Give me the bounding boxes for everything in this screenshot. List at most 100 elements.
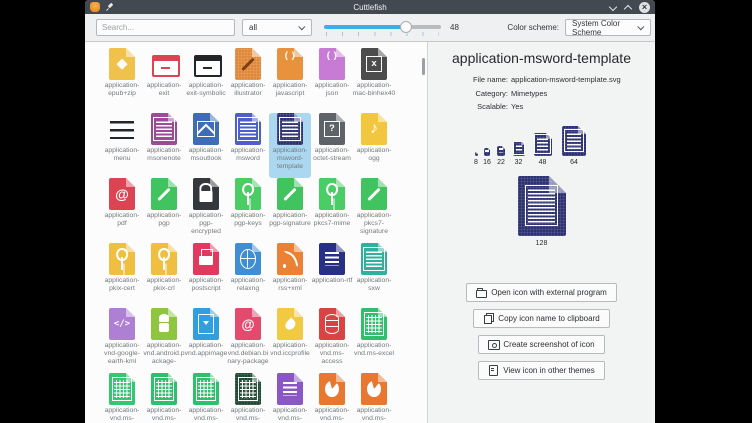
size-slider[interactable] (324, 20, 441, 36)
icon-cell-application-vnd.ms-excel.sheet.bi[interactable]: application-vnd.ms-excel.sheet.bi (143, 373, 185, 423)
icon-cell-application-vnd.appimage[interactable]: application-vnd.appimage (185, 308, 227, 373)
mimetype-icon (232, 373, 264, 405)
preview-size-32: 32 (511, 141, 526, 166)
icon-cell-application-illustrator[interactable]: application-illustrator (227, 48, 269, 113)
scrollbar-thumb[interactable] (422, 58, 425, 75)
icon-cell-application-postscript[interactable]: application-postscript (185, 243, 227, 308)
icon-cell-application-vnd-google-earth-kml[interactable]: application-vnd-google-earth-kml (101, 308, 143, 373)
search-input[interactable] (96, 19, 235, 36)
docbox-glyph (277, 113, 303, 145)
mimetype-icon (190, 113, 222, 145)
icon-cell-application-vnd.ms-excel.addin.m[interactable]: application-vnd.ms-excel.addin.m (101, 373, 143, 423)
preview-size-48: 48 (531, 133, 554, 166)
icon-cell-application-vnd.ms-excel[interactable]: application-vnd.ms-excel (353, 308, 395, 373)
icon-cell-application-relaxng[interactable]: application-relaxng (227, 243, 269, 308)
slider-fill (324, 25, 406, 29)
icon-cell-application-vnd.ms-excel.templat[interactable]: application-vnd.ms-excel.templat (227, 373, 269, 423)
color-scheme-value: System Color Scheme (572, 19, 634, 37)
titlebar: Cuttlefish × (85, 0, 655, 14)
color-scheme-dropdown[interactable]: System Color Scheme (565, 19, 651, 36)
close-button[interactable]: × (639, 2, 650, 13)
icon-cell-application-pgp[interactable]: application-pgp (143, 178, 185, 243)
window-title: Cuttlefish (85, 3, 655, 12)
mimetype-icon (274, 243, 306, 275)
screenshot-icon (488, 339, 498, 349)
icon-cell-application-mac-binhex40[interactable]: application-mac-binhex40 (353, 48, 395, 113)
icon-cell-application-javascript[interactable]: application-javascript (269, 48, 311, 113)
icon-cell-application-vnd.ms-access[interactable]: application-vnd.ms-access (311, 308, 353, 373)
mimetype-icon (148, 113, 180, 145)
envelope-glyph (193, 113, 219, 145)
mimetype-icon (106, 308, 138, 340)
open-external-button[interactable]: Open icon with external program (466, 283, 617, 302)
mimetype-icon (316, 243, 348, 275)
icon-cell-application-epub+zip[interactable]: application-epub+zip (101, 48, 143, 113)
icon-cell-application-sxw[interactable]: application-sxw (353, 243, 395, 308)
category-value: Mimetypes (511, 87, 547, 101)
icon-cell-application-rss+xml[interactable]: application-rss+xml (269, 243, 311, 308)
key-glyph (151, 243, 177, 275)
key-glyph (319, 178, 345, 210)
minimize-button[interactable] (609, 3, 617, 11)
icon-label: application-sxw (349, 277, 399, 293)
icon-cell-application-pdf[interactable]: application-pdf (101, 178, 143, 243)
maximize-button[interactable] (624, 3, 632, 11)
chevron-down-icon (637, 23, 644, 30)
icon-cell-application-octet-stream[interactable]: application-octet-stream (311, 113, 353, 178)
icon-cell-application-vnd.ms-powerpoint.a[interactable]: application-vnd.ms-powerpoint.a (353, 373, 395, 423)
other-themes-button[interactable]: View icon in other themes (478, 361, 604, 380)
icon-label: application-mac-binhex40 (349, 82, 399, 98)
mimetype-icon (274, 373, 306, 405)
folder-open-icon (476, 287, 486, 297)
preview-size-22: 22 (496, 146, 506, 166)
mimetype-icon (316, 373, 348, 405)
mimetype-icon (190, 373, 222, 405)
parens-glyph (277, 48, 303, 80)
category-dropdown[interactable]: all (242, 19, 312, 36)
icon-cell-application-vnd.ms-infopath[interactable]: application-vnd.ms-infopath (269, 373, 311, 423)
icon-cell-application-pkix-cert[interactable]: application-pkix-cert (101, 243, 143, 308)
icon-cell-application-msword-template[interactable]: application-msword-template (269, 113, 311, 178)
icon-cell-application-vnd.ms-powerpoint[interactable]: application-vnd.ms-powerpoint (311, 373, 353, 423)
mimetype-icon (559, 126, 589, 156)
icon-cell-application-vnd.ms-excel.sheet.m[interactable]: application-vnd.ms-excel.sheet.m (185, 373, 227, 423)
icon-cell-application-rtf[interactable]: application-rtf (311, 243, 353, 308)
mimetype-icon (316, 113, 348, 145)
preview-size-label: 32 (515, 159, 523, 166)
preview-size-label: 16 (483, 159, 491, 166)
icon-cell-application-pkcs7-signature[interactable]: application-pkcs7-signature (353, 178, 395, 243)
icon-cell-application-pkix-crl[interactable]: application-pkix-crl (143, 243, 185, 308)
copy-icon (483, 313, 493, 323)
icon-cell-application-pgp-keys[interactable]: application-pgp-keys (227, 178, 269, 243)
detail-row: Scalable: Yes (428, 100, 655, 114)
icon-cell-application-msonenote[interactable]: application-msonenote (143, 113, 185, 178)
screenshot-button[interactable]: Create screenshot of icon (478, 335, 604, 354)
preview-size-label: 64 (570, 159, 578, 166)
key-glyph (235, 178, 261, 210)
icon-cell-application-pkcs7-mime[interactable]: application-pkcs7-mime (311, 178, 353, 243)
mimetype-icon (358, 113, 390, 145)
preview-large-label: 128 (536, 240, 548, 247)
mimetype-icon (106, 243, 138, 275)
icon-cell-application-pgp-encrypted[interactable]: application-pgp-encrypted (185, 178, 227, 243)
preview-size-label: 22 (497, 159, 505, 166)
action-buttons: Open icon with external program Copy ico… (428, 283, 655, 380)
icon-cell-application-json[interactable]: application-json (311, 48, 353, 113)
icon-cell-application-vnd.android.package-[interactable]: application-vnd.android.package- (143, 308, 185, 373)
grid-glyph (151, 373, 177, 405)
icon-cell-application-pgp-signature[interactable]: application-pgp-signature (269, 178, 311, 243)
scalable-value: Yes (511, 100, 523, 114)
note-glyph (361, 113, 387, 145)
icon-cell-application-vnd.iccprofile[interactable]: application-vnd.iccprofile (269, 308, 311, 373)
icon-cell-application-msoutlook[interactable]: application-msoutlook (185, 113, 227, 178)
icon-cell-application-exit[interactable]: application-exit (143, 48, 185, 113)
icon-cell-application-msword[interactable]: application-msword (227, 113, 269, 178)
icon-cell-application-exit-symbolic[interactable]: application-exit-symbolic (185, 48, 227, 113)
icon-cell-application-menu[interactable]: application-menu (101, 113, 143, 178)
icon-cell-application-ogg[interactable]: application-ogg (353, 113, 395, 178)
slider-ticks (326, 32, 439, 36)
grid-scrollbar[interactable] (422, 42, 426, 423)
icon-cell-application-vnd.debian.binary-package[interactable]: application-vnd.debian.binary-package (227, 308, 269, 373)
copy-name-button[interactable]: Copy icon name to clipboard (473, 309, 609, 328)
mimetype-icon (148, 308, 180, 340)
